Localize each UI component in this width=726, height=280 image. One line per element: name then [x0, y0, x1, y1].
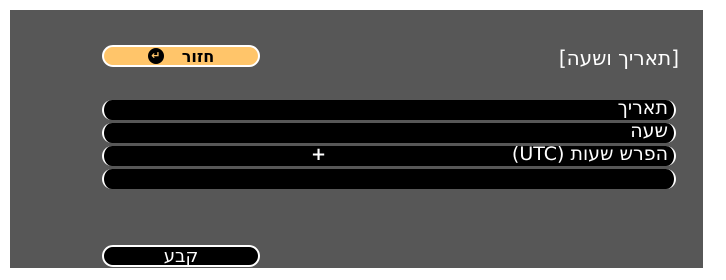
row-utc-label: הפרש שעות (UTC)	[511, 143, 668, 165]
settings-list: תאריך שעה + הפרש שעות (UTC)	[102, 97, 676, 192]
set-label: קבע	[163, 245, 199, 267]
dialog-frame: [תאריך ושעה] חזור ↵ תאריך שעה + הפרש שעו…	[8, 8, 705, 270]
row-utc-offset[interactable]: + הפרש שעות (UTC)	[102, 143, 676, 166]
utc-offset-value: +	[311, 144, 327, 165]
row-time[interactable]: שעה	[102, 120, 676, 143]
back-button[interactable]: חזור ↵	[102, 45, 260, 67]
return-icon: ↵	[147, 48, 164, 64]
back-label: חזור	[181, 46, 215, 66]
row-date-label: תאריך	[617, 97, 668, 119]
row-time-label: שעה	[630, 120, 668, 142]
row-date[interactable]: תאריך	[102, 97, 676, 120]
set-button[interactable]: קבע	[102, 245, 260, 267]
page-title: [תאריך ושעה]	[558, 46, 679, 70]
row-empty[interactable]	[102, 169, 676, 189]
